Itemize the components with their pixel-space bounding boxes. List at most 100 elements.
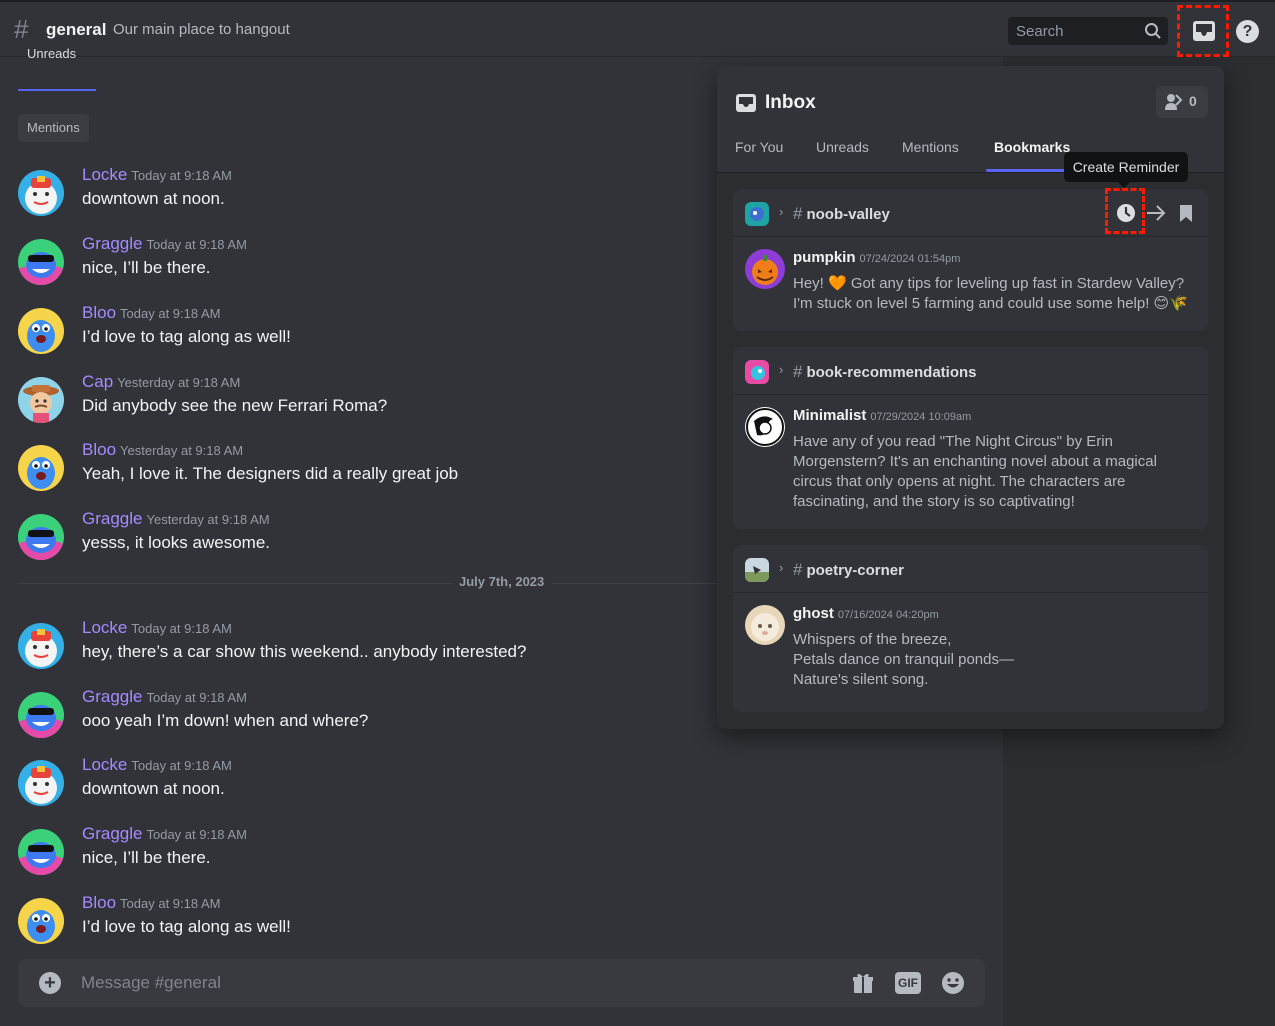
bookmarked-message[interactable]: pumpkin 07/24/2024 01:54pm Hey! 🧡 Got any… (745, 249, 1195, 319)
message-timestamp: 07/29/2024 10:09am (870, 411, 972, 423)
tab-mentions[interactable]: Mentions (902, 139, 959, 155)
inbox-icon (1193, 21, 1215, 41)
message-item[interactable]: Graggle Today at 9:18 AM ooo yeah I’m down… (18, 687, 698, 739)
avatar[interactable] (18, 829, 64, 875)
message-item[interactable]: Graggle Yesterday at 9:18 AM yesss, it loo… (18, 509, 698, 561)
message-item[interactable]: Locke Today at 9:18 AM downtown at noon. (18, 165, 698, 217)
tab-for-you[interactable]: For You (735, 139, 783, 155)
message-content: Whispers of the breeze, Petals dance on … (793, 631, 1014, 688)
message-author[interactable]: pumpkin (793, 249, 856, 266)
chevron-right-icon: › (779, 204, 784, 219)
avatar[interactable] (18, 170, 64, 216)
bookmark-card-header[interactable]: › # poetry-corner (733, 545, 1208, 593)
message-content: I’d love to tag along as well! (82, 327, 291, 346)
search-box[interactable] (1008, 17, 1168, 45)
add-icon[interactable]: + (39, 972, 61, 994)
message-timestamp: Today at 9:18 AM (146, 827, 247, 842)
message-author[interactable]: Graggle (82, 509, 142, 528)
inbox-icon (736, 94, 756, 112)
message-author[interactable]: Bloo (82, 440, 116, 459)
search-input[interactable] (1008, 17, 1138, 45)
message-content: nice, I’ll be there. (82, 848, 211, 867)
chevron-right-icon: › (779, 560, 784, 575)
avatar[interactable] (18, 308, 64, 354)
message-author[interactable]: Locke (82, 165, 127, 184)
bookmark-channel-name[interactable]: # poetry-corner (793, 560, 904, 580)
tab-unreads[interactable]: Unreads (816, 139, 869, 155)
avatar[interactable] (18, 898, 64, 944)
message-item[interactable]: Cap Yesterday at 9:18 AM Did anybody see t… (18, 372, 698, 424)
avatar[interactable] (18, 514, 64, 560)
avatar[interactable] (18, 623, 64, 669)
message-timestamp: Today at 9:18 AM (131, 168, 232, 183)
bookmark-icon[interactable] (1172, 197, 1200, 229)
avatar[interactable] (18, 377, 64, 423)
message-content: Have any of you read "The Night Circus" … (793, 433, 1157, 510)
message-timestamp: 07/24/2024 01:54pm (859, 253, 961, 265)
message-content: hey, there’s a car show this weekend.. a… (82, 642, 527, 661)
forward-arrow-icon[interactable] (1142, 197, 1170, 229)
bookmark-card-header[interactable]: › # book-recommendations (733, 347, 1208, 395)
message-requests-button[interactable]: 0 (1156, 86, 1208, 118)
inbox-button[interactable] (1177, 5, 1229, 57)
channel-topic: Our main place to hangout (113, 21, 290, 38)
message-timestamp: 07/16/2024 04:20pm (837, 609, 939, 621)
message-timestamp: Yesterday at 9:18 AM (117, 375, 241, 390)
message-author[interactable]: Cap (82, 372, 113, 391)
inbox-title: Inbox (765, 92, 816, 113)
message-content: yesss, it looks awesome. (82, 533, 271, 552)
message-item[interactable]: Locke Today at 9:18 AM downtown at noon. (18, 755, 698, 807)
chevron-right-icon: › (779, 362, 784, 377)
avatar[interactable] (18, 760, 64, 806)
server-icon (745, 202, 769, 226)
message-content: downtown at noon. (82, 779, 225, 798)
message-author[interactable]: Bloo (82, 893, 116, 912)
message-author[interactable]: Graggle (82, 687, 142, 706)
message-content: Yeah, I love it. The designers did a rea… (82, 464, 459, 483)
avatar[interactable] (18, 692, 64, 738)
message-timestamp: Today at 9:18 AM (120, 306, 221, 321)
message-author[interactable]: Bloo (82, 303, 116, 322)
emoji-icon[interactable] (941, 971, 965, 995)
message-input[interactable] (81, 971, 781, 995)
bookmark-channel-name[interactable]: # noob-valley (793, 204, 890, 224)
gif-icon[interactable]: GIF (895, 972, 921, 994)
bookmark-channel-name[interactable]: # book-recommendations (793, 362, 977, 382)
message-item[interactable]: Locke Today at 9:18 AM hey, there’s a car … (18, 618, 698, 670)
date-divider-label: July 7th, 2023 (451, 574, 553, 589)
message-author[interactable]: ghost (793, 605, 834, 622)
message-author[interactable]: Graggle (82, 234, 142, 253)
avatar (745, 249, 785, 289)
message-requests-icon (1165, 94, 1183, 110)
bookmarked-message[interactable]: Minimalist 07/29/2024 10:09am Have any of… (745, 407, 1195, 517)
bookmarked-message[interactable]: ghost 07/16/2024 04:20pm Whispers of the … (745, 605, 1195, 700)
message-item[interactable]: Bloo Today at 9:18 AM I’d love to tag alon… (18, 893, 698, 945)
tab-bookmarks[interactable]: Bookmarks (994, 139, 1070, 155)
message-composer: + GIF (18, 959, 985, 1007)
message-author[interactable]: Minimalist (793, 407, 866, 424)
message-author[interactable]: Locke (82, 618, 127, 637)
gift-icon[interactable] (851, 971, 875, 995)
highlight-box (1105, 188, 1145, 234)
create-reminder-tooltip: Create Reminder (1064, 152, 1188, 188)
message-item[interactable]: Bloo Yesterday at 9:18 AM Yeah, I love it.… (18, 440, 698, 492)
help-icon[interactable]: ? (1236, 20, 1259, 43)
avatar[interactable] (18, 239, 64, 285)
server-icon (745, 360, 769, 384)
message-author[interactable]: Graggle (82, 824, 142, 843)
avatar[interactable] (18, 445, 64, 491)
mentions-chip[interactable]: Mentions (18, 114, 89, 142)
message-timestamp: Today at 9:18 AM (120, 896, 221, 911)
channel-header: # general Our main place to hangout ? (0, 0, 1275, 57)
message-timestamp: Today at 9:18 AM (146, 690, 247, 705)
bookmark-card: › # book-recommendations Minimalist 07/29/… (733, 347, 1208, 529)
message-author[interactable]: Locke (82, 755, 127, 774)
unreads-tab-label[interactable]: Unreads (27, 46, 76, 60)
message-timestamp: Yesterday at 9:18 AM (146, 512, 270, 527)
message-item[interactable]: Graggle Today at 9:18 AM nice, I’ll be the… (18, 824, 698, 876)
server-icon (745, 558, 769, 582)
search-icon[interactable] (1144, 22, 1162, 40)
hash-icon: # (14, 14, 29, 44)
message-item[interactable]: Bloo Today at 9:18 AM I’d love to tag alon… (18, 303, 698, 355)
message-item[interactable]: Graggle Today at 9:18 AM nice, I’ll be the… (18, 234, 698, 286)
